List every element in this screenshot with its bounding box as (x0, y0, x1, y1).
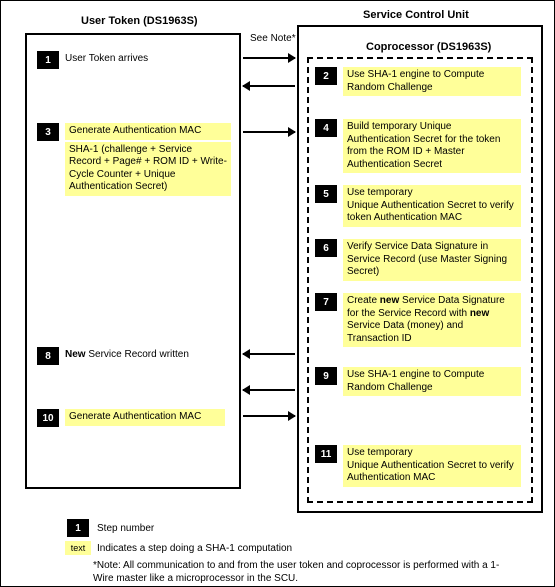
step-number: 10 (37, 409, 59, 427)
arrow-1-to-2 (243, 57, 295, 59)
step-number: 5 (315, 185, 337, 203)
legend-swatch-icon: text (65, 541, 91, 555)
step-text: Generate Authentication MAC (65, 409, 225, 426)
step-7: 7 Create new Service Data Signature for … (315, 293, 525, 347)
step-text: Verify Service Data Signature in Service… (343, 239, 521, 281)
diagram-canvas: User Token (DS1963S) Service Control Uni… (0, 0, 555, 587)
step-number: 7 (315, 293, 337, 311)
arrow-3-to-4 (243, 131, 295, 133)
legend-sha: text Indicates a step doing a SHA-1 comp… (65, 541, 292, 555)
step-subtext: SHA-1 (challenge + Service Record + Page… (65, 142, 231, 196)
title-user-token: User Token (DS1963S) (81, 15, 198, 27)
step-9: 9 Use SHA-1 engine to Compute Random Cha… (315, 367, 525, 396)
legend-step-number: 1 Step number (67, 519, 154, 537)
step-5: 5 Use temporary Unique Authentication Se… (315, 185, 525, 227)
step-number: 4 (315, 119, 337, 137)
step-text: Use SHA-1 engine to Compute Random Chall… (343, 67, 521, 96)
step-text: Create new Service Data Signature for th… (343, 293, 521, 347)
arrow-10-to-11 (243, 415, 295, 417)
step-text: Build temporary Unique Authentication Se… (343, 119, 521, 173)
step-3: 3 Generate Authentication MAC SHA-1 (cha… (37, 123, 235, 196)
step-number: 9 (315, 367, 337, 385)
step-2: 2 Use SHA-1 engine to Compute Random Cha… (315, 67, 525, 96)
step-number: 1 (37, 51, 59, 69)
arrow-9-to-10 (243, 389, 295, 391)
legend-num-icon: 1 (67, 519, 89, 537)
step-number: 3 (37, 123, 59, 141)
step-number: 8 (37, 347, 59, 365)
legend-num-label: Step number (97, 523, 154, 534)
title-coprocessor: Coprocessor (DS1963S) (366, 41, 491, 53)
step-text: New Service Record written (65, 347, 189, 362)
step-11: 11 Use temporary Unique Authentication S… (315, 445, 525, 487)
arrow-7-to-8 (243, 353, 295, 355)
step-1: 1 User Token arrives (37, 51, 232, 69)
legend-swatch-label: Indicates a step doing a SHA-1 computati… (97, 543, 292, 554)
title-scu: Service Control Unit (363, 9, 469, 21)
step-text: Use temporary Unique Authentication Secr… (343, 445, 521, 487)
step-text: Generate Authentication MAC (65, 123, 231, 140)
step-number: 6 (315, 239, 337, 257)
step-6: 6 Verify Service Data Signature in Servi… (315, 239, 525, 281)
step-text: Use SHA-1 engine to Compute Random Chall… (343, 367, 521, 396)
arrow-2-to-3 (243, 85, 295, 87)
step-8: 8 New Service Record written (37, 347, 232, 365)
footnote: *Note: All communication to and from the… (93, 559, 513, 585)
step-text: Use temporary Unique Authentication Secr… (343, 185, 521, 227)
step-4: 4 Build temporary Unique Authentication … (315, 119, 525, 173)
step-number: 11 (315, 445, 337, 463)
step-text: User Token arrives (65, 51, 148, 66)
see-note-label: See Note* (250, 33, 296, 44)
step-10: 10 Generate Authentication MAC (37, 409, 235, 427)
step-number: 2 (315, 67, 337, 85)
